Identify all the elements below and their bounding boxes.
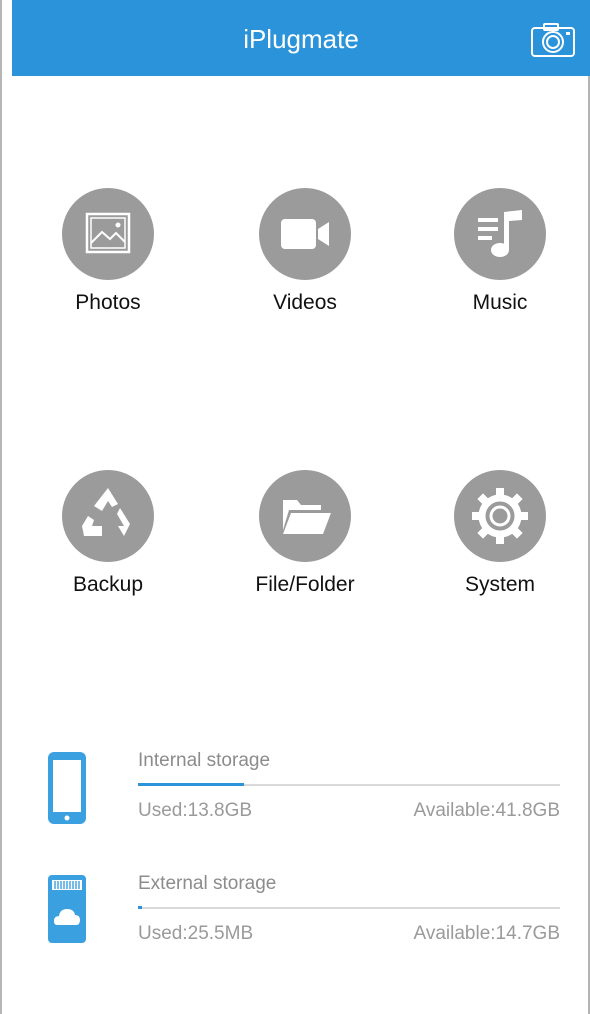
app-title: iPlugmate — [243, 24, 359, 54]
gear-icon — [454, 470, 546, 562]
phone-icon — [48, 752, 86, 824]
app-header: iPlugmate — [12, 0, 590, 76]
internal-used: Used:13.8GB — [138, 800, 253, 821]
external-storage[interactable]: External storage Used:25.5MB Available:1… — [40, 873, 580, 983]
internal-storage-fill — [138, 783, 244, 786]
videos-icon — [259, 188, 351, 280]
folder-icon — [259, 470, 351, 562]
external-storage-title: External storage — [138, 873, 277, 894]
menu-file-folder[interactable]: File/Folder — [220, 470, 390, 610]
music-icon — [454, 188, 546, 280]
internal-storage-title: Internal storage — [138, 750, 271, 771]
external-available: Available:14.7GB — [413, 923, 560, 944]
menu-music-label: Music — [472, 291, 528, 314]
camera-icon — [531, 23, 575, 57]
external-storage-bar — [138, 906, 560, 909]
menu-system-label: System — [464, 573, 535, 596]
menu-videos-label: Videos — [273, 291, 337, 314]
menu-photos[interactable]: Photos — [23, 188, 193, 328]
menu-file-folder-label: File/Folder — [255, 573, 355, 596]
menu-backup[interactable]: Backup — [23, 470, 193, 610]
menu-photos-label: Photos — [75, 291, 141, 314]
photos-icon — [62, 188, 154, 280]
menu-backup-label: Backup — [72, 573, 144, 596]
sd-card-icon — [48, 875, 86, 943]
menu-music[interactable]: Music — [415, 188, 585, 328]
menu-system[interactable]: System — [415, 470, 585, 610]
external-storage-fill — [138, 906, 143, 909]
external-used: Used:25.5MB — [138, 923, 254, 944]
menu-videos[interactable]: Videos — [220, 188, 390, 328]
internal-storage[interactable]: Internal storage Used:13.8GB Available:4… — [40, 750, 580, 860]
internal-storage-bar — [138, 783, 560, 786]
camera-button[interactable] — [530, 22, 576, 58]
backup-icon — [62, 470, 154, 562]
internal-available: Available:41.8GB — [413, 800, 560, 821]
